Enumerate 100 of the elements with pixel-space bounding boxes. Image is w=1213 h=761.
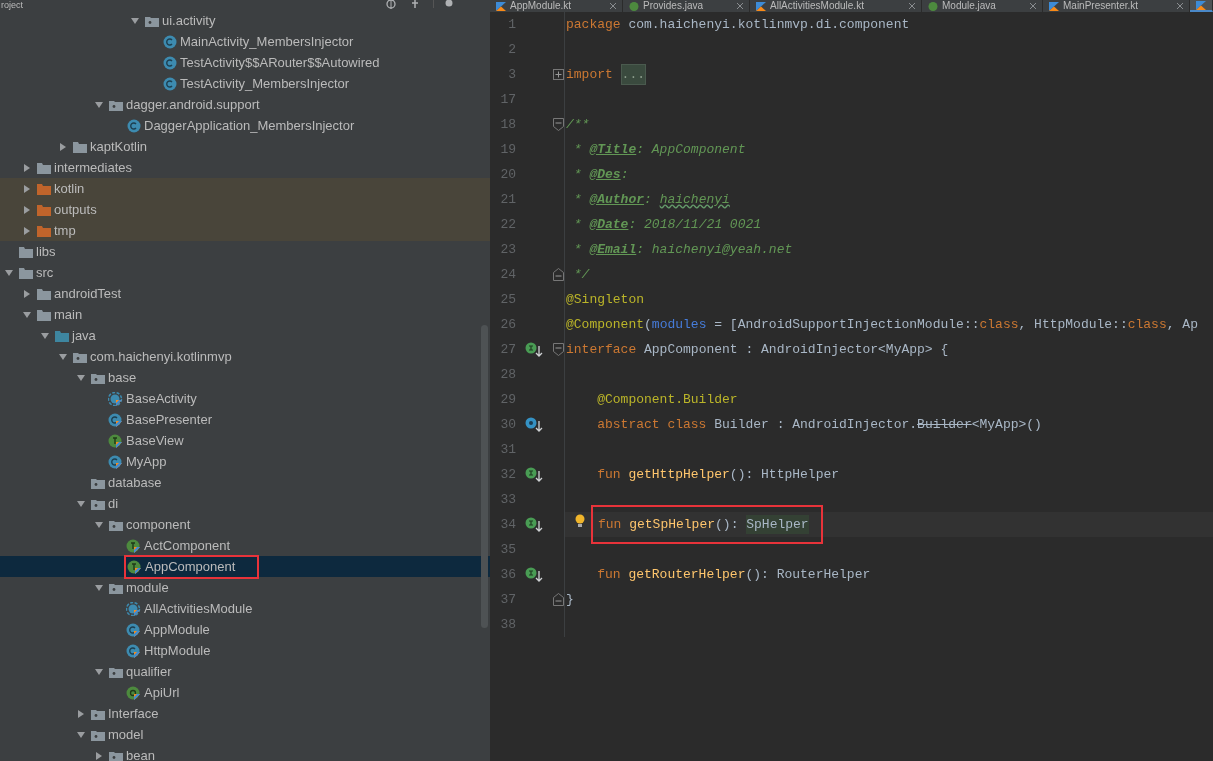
fold-end-icon[interactable] (552, 593, 564, 606)
editor-tab[interactable] (1190, 0, 1213, 12)
scrollbar-thumb[interactable] (481, 325, 488, 628)
tree-item[interactable]: DaggerApplication_MembersInjector (0, 115, 490, 136)
folder-icon (18, 244, 34, 259)
tree-item[interactable]: outputs (0, 199, 490, 220)
expanded-arrow-icon[interactable] (22, 309, 32, 320)
line-number: 26 (499, 315, 516, 334)
tree-item[interactable]: MainActivity_MembersInjector (0, 31, 490, 52)
collapsed-arrow-icon[interactable] (22, 204, 32, 215)
collapsed-arrow-icon[interactable] (22, 288, 32, 299)
class-icon (162, 34, 178, 49)
collapsed-arrow-icon[interactable] (94, 750, 104, 761)
tree-item[interactable]: kaptKotlin (0, 136, 490, 157)
expanded-arrow-icon[interactable] (130, 15, 140, 26)
tree-item[interactable]: database (0, 472, 490, 493)
folder-icon (36, 286, 52, 301)
fold-end-icon[interactable] (552, 268, 564, 281)
expanded-arrow-icon[interactable] (94, 519, 104, 530)
tree-item-label: module (126, 578, 169, 597)
collapsed-arrow-icon[interactable] (22, 162, 32, 173)
expanded-arrow-icon[interactable] (76, 498, 86, 509)
class-icon (108, 391, 124, 406)
tree-item[interactable]: ApiUrl (0, 682, 490, 703)
tree-item-label: Interface (108, 704, 159, 723)
code-line: package com.haichenyi.kotlinmvp.di.component (566, 15, 910, 34)
target-icon[interactable] (385, 0, 397, 9)
tree-item[interactable]: ui.activity (0, 10, 490, 31)
implemented-marker-icon[interactable] (525, 516, 543, 533)
expanded-arrow-icon[interactable] (40, 330, 50, 341)
tree-item[interactable]: model (0, 724, 490, 745)
expanded-arrow-icon[interactable] (76, 372, 86, 383)
expanded-arrow-icon[interactable] (58, 351, 68, 362)
tree-item-label: TestActivity_MembersInjector (180, 74, 350, 93)
collapsed-arrow-icon[interactable] (76, 708, 86, 719)
expanded-arrow-icon[interactable] (4, 267, 14, 278)
folder-icon (36, 181, 52, 196)
highlight-frame: fun getSpHelper(): SpHelper (591, 505, 823, 544)
tree-item[interactable]: main (0, 304, 490, 325)
tree-item[interactable]: libs (0, 241, 490, 262)
implemented-marker-icon[interactable] (525, 466, 543, 483)
expanded-arrow-icon[interactable] (94, 582, 104, 593)
expanded-arrow-icon[interactable] (94, 666, 104, 677)
line-number: 31 (499, 440, 516, 459)
tree-item[interactable]: AllActivitiesModule (0, 598, 490, 619)
collapsed-arrow-icon[interactable] (58, 141, 68, 152)
fold-expand-icon[interactable] (552, 69, 564, 80)
class-icon (162, 55, 178, 70)
tree-item[interactable]: ActComponent (0, 535, 490, 556)
line-number: 27 (499, 340, 516, 359)
line-number: 25 (499, 290, 516, 309)
tree-item[interactable]: base (0, 367, 490, 388)
interface-icon (108, 433, 124, 448)
tree-item[interactable]: BaseView (0, 430, 490, 451)
tree-item[interactable]: module (0, 577, 490, 598)
tree-item[interactable]: qualifier (0, 661, 490, 682)
tree-item[interactable]: TestActivity_MembersInjector (0, 73, 490, 94)
code-line: @Component(modules = [AndroidSupportInjectionModule::class, HttpModule::class, Ap (566, 315, 1198, 334)
java-file-icon (928, 1, 938, 11)
kotlin-file-icon (1049, 1, 1059, 11)
tree-item[interactable]: dagger.android.support (0, 94, 490, 115)
tree-item[interactable]: HttpModule (0, 640, 490, 661)
implemented-marker-icon[interactable] (525, 566, 543, 583)
tree-item[interactable]: com.haichenyi.kotlinmvp (0, 346, 490, 367)
tree-item[interactable]: di (0, 493, 490, 514)
tree-item-label: di (108, 494, 119, 513)
code-line: @Singleton (566, 290, 644, 309)
tree-item[interactable]: androidTest (0, 283, 490, 304)
tree-item[interactable]: kotlin (0, 178, 490, 199)
line-number: 21 (499, 190, 516, 209)
tree-item[interactable]: TestActivity$$ARouter$$Autowired (0, 52, 490, 73)
tree-item[interactable]: java (0, 325, 490, 346)
tree-item[interactable]: AppComponent (0, 556, 490, 577)
tree-item[interactable]: component (0, 514, 490, 535)
tree-item-label: BaseActivity (126, 389, 197, 408)
tree-item[interactable]: intermediates (0, 157, 490, 178)
close-icon (610, 3, 616, 9)
overridden-marker-icon[interactable] (525, 416, 543, 433)
line-number: 17 (499, 90, 516, 109)
tree-item[interactable]: src (0, 262, 490, 283)
expanded-arrow-icon[interactable] (94, 99, 104, 110)
collapsed-arrow-icon[interactable] (22, 225, 32, 236)
tree-item[interactable]: MyApp (0, 451, 490, 472)
tree-item[interactable]: BaseActivity (0, 388, 490, 409)
folder-icon (36, 160, 52, 175)
code-line: fun getRouterHelper(): RouterHelper (596, 565, 871, 584)
tree-item[interactable]: BasePresenter (0, 409, 490, 430)
tree-item[interactable]: bean (0, 745, 490, 761)
line-number: 37 (499, 590, 516, 609)
tree-item[interactable]: tmp (0, 220, 490, 241)
class-icon (126, 118, 142, 133)
tree-item[interactable]: AppModule (0, 619, 490, 640)
implemented-marker-icon[interactable] (525, 341, 543, 358)
fold-collapse-icon[interactable] (552, 343, 564, 356)
collapsed-arrow-icon[interactable] (22, 183, 32, 194)
line-number: 38 (499, 615, 516, 634)
expanded-arrow-icon[interactable] (76, 729, 86, 740)
fold-collapse-icon[interactable] (552, 118, 564, 131)
tree-item-label: tmp (54, 221, 76, 240)
tree-item[interactable]: Interface (0, 703, 490, 724)
